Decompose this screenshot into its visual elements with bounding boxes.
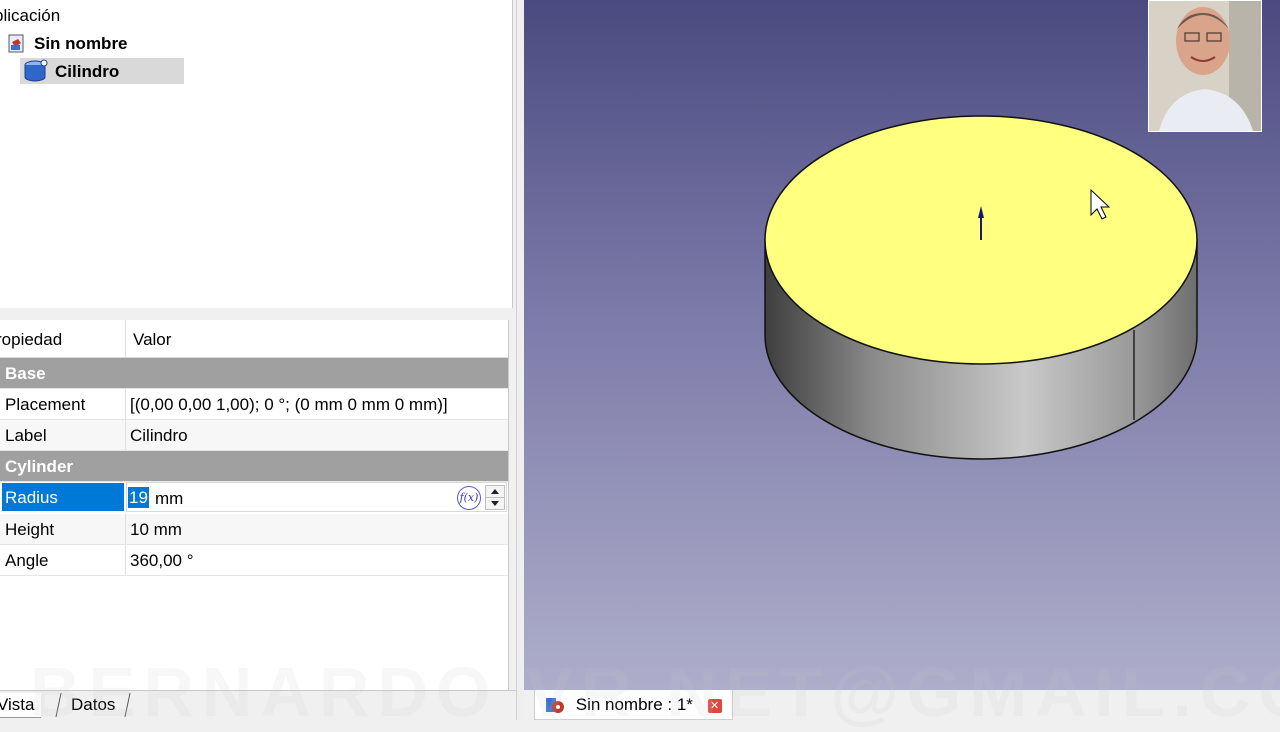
tab-datos-label: Datos: [71, 695, 116, 714]
property-row-angle[interactable]: Angle 360,00 °: [0, 545, 508, 576]
panel-splitter[interactable]: [0, 308, 516, 320]
group-label: Base: [5, 364, 46, 383]
property-header: ropiedad Valor: [0, 320, 508, 358]
tree-document[interactable]: Sin nombre: [34, 34, 128, 54]
property-row-height[interactable]: Height 10 mm: [0, 514, 508, 545]
webcam-overlay: [1148, 0, 1262, 132]
left-panel: plicación Sin nombre Cilindro ropiedad V…: [0, 0, 516, 721]
column-divider[interactable]: [125, 320, 126, 357]
cylinder-solid[interactable]: [764, 115, 1198, 460]
column-divider: [125, 514, 126, 544]
gear-icon: [546, 697, 564, 713]
property-value: 10 mm: [130, 520, 182, 539]
radius-unit: mm: [155, 489, 184, 508]
document-tab-label: Sin nombre : 1*: [575, 695, 693, 714]
property-key: Height: [5, 520, 55, 539]
expression-icon[interactable]: f(x): [457, 486, 481, 510]
3d-viewport[interactable]: [524, 0, 1280, 690]
column-divider: [125, 389, 126, 419]
close-icon[interactable]: ✕: [707, 698, 722, 713]
property-value: 360,00 °: [130, 551, 194, 570]
spin-up-icon[interactable]: [491, 489, 499, 494]
property-editor: ropiedad Valor Base Placement [(0,00 0,0…: [0, 320, 509, 690]
model-tree: plicación Sin nombre Cilindro: [0, 0, 513, 309]
group-base[interactable]: Base: [0, 358, 508, 389]
property-key: Angle: [5, 551, 49, 570]
property-view-tabs: Vista Datos: [0, 690, 516, 721]
tab-datos[interactable]: Datos: [55, 693, 131, 717]
group-cylinder[interactable]: Cylinder: [0, 451, 508, 482]
radius-quantity-input[interactable]: 19 mm f(x): [126, 482, 507, 512]
tree-item-cilindro[interactable]: Cilindro: [55, 62, 119, 82]
column-divider: [125, 420, 126, 450]
group-label: Cylinder: [5, 457, 74, 476]
tree-root-label: plicación: [0, 6, 61, 25]
header-property: ropiedad: [0, 330, 63, 349]
header-value: Valor: [133, 330, 172, 349]
radius-spinbox[interactable]: [485, 485, 505, 510]
property-key: Radius: [5, 488, 58, 507]
document-tab-bar: Sin nombre : 1* ✕: [524, 690, 1280, 720]
property-key: Placement: [5, 395, 86, 414]
property-value: Cilindro: [130, 426, 188, 445]
property-row-placement[interactable]: Placement [(0,00 0,00 1,00); 0 °; (0 mm …: [0, 389, 508, 420]
webcam-person-image: [1149, 1, 1261, 131]
document-icon: [8, 34, 24, 53]
column-divider: [125, 545, 126, 575]
radius-value-selected[interactable]: 19: [128, 487, 149, 508]
cylinder-icon: [24, 59, 48, 82]
spin-down-icon[interactable]: [491, 501, 499, 506]
property-value: [(0,00 0,00 1,00); 0 °; (0 mm 0 mm 0 mm)…: [130, 395, 448, 414]
document-tab[interactable]: Sin nombre : 1* ✕: [534, 690, 733, 720]
property-row-radius[interactable]: Radius 19 mm f(x): [0, 482, 508, 513]
property-key: Label: [5, 426, 47, 445]
spin-divider: [486, 497, 504, 498]
tab-vista[interactable]: Vista: [0, 693, 41, 718]
property-row-label[interactable]: Label Cilindro: [0, 420, 508, 451]
